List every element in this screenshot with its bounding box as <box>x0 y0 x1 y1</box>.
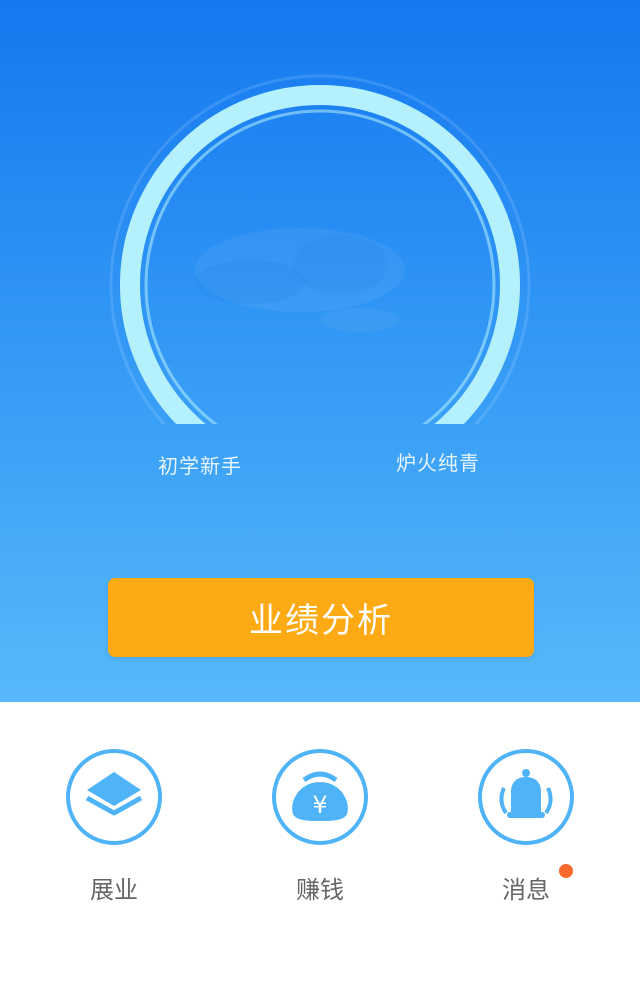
hero-panel: 初学新手 炉火纯青 业绩分析 <box>0 0 640 702</box>
nav-label-messages: 消息 <box>502 876 550 904</box>
level-gauge <box>109 74 531 424</box>
svg-text:¥: ¥ <box>312 791 327 819</box>
layers-icon <box>66 749 162 845</box>
nav-item-earn-money[interactable]: ¥ 赚钱 <box>250 748 390 905</box>
money-bag-icon: ¥ <box>272 749 368 845</box>
nav-item-prospecting[interactable]: 展业 <box>44 748 184 905</box>
level-label-beginner: 初学新手 <box>158 454 242 478</box>
performance-analysis-button[interactable]: 业绩分析 <box>108 578 534 657</box>
unread-badge <box>559 864 573 878</box>
nav-label-earn-money: 赚钱 <box>296 876 344 904</box>
avatar <box>195 228 405 332</box>
level-label-master: 炉火纯青 <box>396 451 480 475</box>
nav-item-messages[interactable]: 消息 <box>456 748 596 905</box>
bell-icon <box>478 749 574 845</box>
nav-label-prospecting: 展业 <box>90 876 138 904</box>
